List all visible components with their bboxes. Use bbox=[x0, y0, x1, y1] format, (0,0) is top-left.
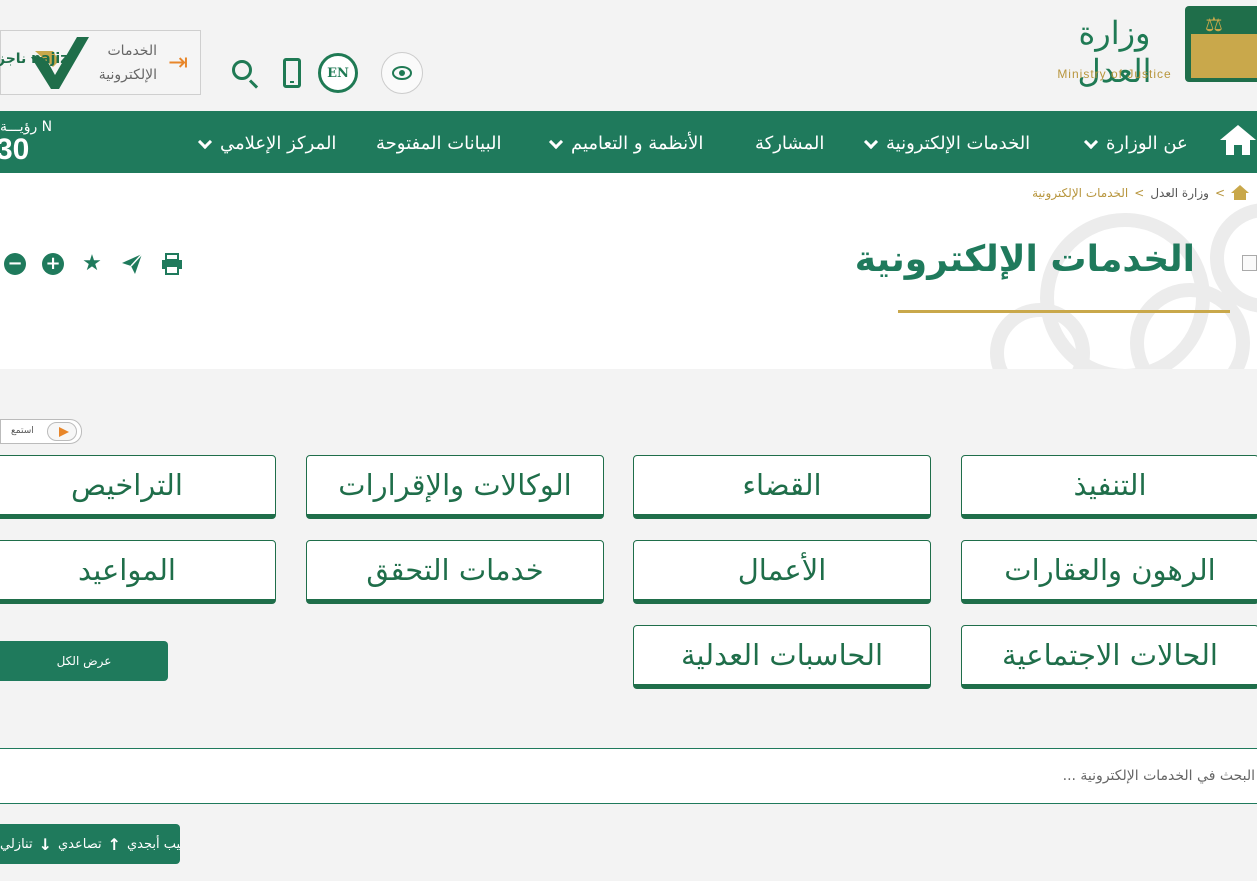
scale-icon: ⚖ bbox=[1205, 12, 1223, 36]
services-search-input[interactable] bbox=[0, 749, 1257, 803]
breadcrumb-current[interactable]: الخدمات الإلكترونية bbox=[1032, 186, 1128, 200]
nav-item-media-center[interactable]: المركز الإعلامي bbox=[197, 111, 337, 173]
nav-item-label: البيانات المفتوحة bbox=[376, 133, 502, 154]
mobile-app-icon[interactable] bbox=[283, 58, 301, 88]
vision-number: 30 bbox=[0, 133, 30, 166]
moj-emblem-logo[interactable]: ⚖ bbox=[1185, 6, 1257, 82]
service-mortgages-button[interactable]: الرهون والعقارات bbox=[961, 540, 1257, 604]
moj-logo-english[interactable]: Ministry of Justice bbox=[1052, 67, 1177, 81]
service-licenses-button[interactable]: التراخيص bbox=[0, 455, 276, 519]
nav-item-open-data[interactable]: البيانات المفتوحة bbox=[376, 111, 502, 173]
page-hero: > وزارة العدل > الخدمات الإلكترونية الخد… bbox=[0, 173, 1257, 369]
service-verification-button[interactable]: خدمات التحقق bbox=[306, 540, 604, 604]
sort-asc-label[interactable]: تصاعدي bbox=[58, 837, 102, 852]
eye-icon bbox=[392, 66, 412, 80]
chevron-down-icon bbox=[197, 134, 213, 150]
breadcrumb-separator: > bbox=[1134, 186, 1145, 200]
eservices-login-box[interactable]: ناجز najiz الخدمات الإلكترونية ⇥ bbox=[0, 30, 201, 95]
page-title: الخدمات الإلكترونية bbox=[854, 239, 1195, 280]
arrow-down-icon: ↓ bbox=[38, 834, 52, 854]
page-image-placeholder bbox=[1242, 255, 1257, 271]
share-send-icon[interactable] bbox=[120, 252, 144, 276]
title-underline bbox=[898, 310, 1230, 313]
nav-item-regulations[interactable]: الأنظمة و التعاميم bbox=[548, 111, 704, 173]
chevron-down-icon bbox=[548, 134, 564, 150]
search-icon[interactable] bbox=[232, 60, 260, 89]
accessibility-eye-button[interactable] bbox=[381, 52, 423, 94]
service-appointments-button[interactable]: المواعيد bbox=[0, 540, 276, 604]
nav-item-label: المشاركة bbox=[755, 133, 825, 154]
sort-label: ترتيب أبجدي bbox=[127, 836, 180, 852]
play-icon[interactable] bbox=[47, 422, 77, 441]
favorite-star-icon[interactable]: ★ bbox=[80, 252, 104, 276]
service-social-cases-button[interactable]: الحالات الاجتماعية bbox=[961, 625, 1257, 689]
sort-desc-label[interactable]: تنازلي bbox=[0, 837, 33, 852]
nav-item-label: المركز الإعلامي bbox=[220, 133, 337, 154]
nav-item-label: الأنظمة و التعاميم bbox=[571, 133, 704, 154]
service-poa-button[interactable]: الوكالات والإقرارات bbox=[306, 455, 604, 519]
page-tools: − + ★ bbox=[4, 252, 184, 276]
service-business-button[interactable]: الأعمال bbox=[633, 540, 931, 604]
print-icon[interactable] bbox=[160, 252, 184, 276]
breadcrumb: > وزارة العدل > الخدمات الإلكترونية bbox=[1032, 185, 1249, 201]
service-calculators-button[interactable]: الحاسبات العدلية bbox=[633, 625, 931, 689]
chevron-down-icon bbox=[1083, 134, 1099, 150]
chevron-down-icon bbox=[863, 134, 879, 150]
listen-label: استمع bbox=[11, 426, 34, 436]
breadcrumb-home-icon[interactable] bbox=[1231, 185, 1249, 201]
nav-item-eservices[interactable]: الخدمات الإلكترونية bbox=[863, 111, 1031, 173]
arrow-up-icon: ↑ bbox=[107, 834, 121, 854]
breadcrumb-link-ministry[interactable]: وزارة العدل bbox=[1150, 186, 1209, 200]
zoom-in-icon[interactable]: + bbox=[42, 253, 64, 275]
breadcrumb-separator: > bbox=[1214, 186, 1225, 200]
zoom-out-icon[interactable]: − bbox=[4, 253, 26, 275]
nav-item-label: عن الوزارة bbox=[1106, 133, 1188, 154]
eservices-label: الخدمات الإلكترونية bbox=[98, 43, 157, 83]
main-nav: عن الوزارة الخدمات الإلكترونية المشاركة … bbox=[0, 111, 1257, 173]
login-arrow-icon: ⇥ bbox=[167, 48, 189, 76]
home-icon[interactable] bbox=[1220, 125, 1256, 157]
nav-item-label: الخدمات الإلكترونية bbox=[886, 133, 1031, 154]
language-en-button[interactable]: EN bbox=[318, 53, 358, 93]
service-execution-button[interactable]: التنفيذ bbox=[961, 455, 1257, 519]
header: ⚖ وزارة العدل Ministry of Justice EN ناج… bbox=[0, 0, 1257, 111]
nav-item-about[interactable]: عن الوزارة bbox=[1083, 111, 1188, 173]
view-all-button[interactable]: عرض الكل bbox=[0, 641, 168, 681]
najiz-wordmark: ناجز najiz bbox=[0, 51, 69, 67]
sort-button[interactable]: ترتيب أبجدي ↑ تصاعدي ↓ تنازلي bbox=[0, 824, 180, 864]
listen-button[interactable]: استمع bbox=[0, 419, 82, 444]
vision-2030-logo[interactable]: رؤيـــة N 30 bbox=[0, 119, 70, 167]
service-judiciary-button[interactable]: القضاء bbox=[633, 455, 931, 519]
services-search-bar bbox=[0, 748, 1257, 804]
nav-item-participation[interactable]: المشاركة bbox=[755, 111, 824, 173]
